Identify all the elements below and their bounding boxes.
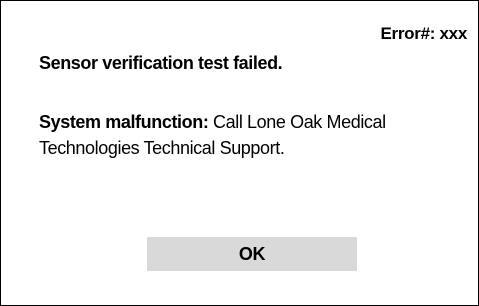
ok-button[interactable]: OK bbox=[147, 237, 357, 271]
error-message: System malfunction: Call Lone Oak Medica… bbox=[39, 109, 475, 161]
message-label: System malfunction: bbox=[39, 112, 209, 132]
error-dialog: Error#: xxx Sensor verification test fai… bbox=[0, 0, 479, 306]
error-code: Error#: xxx bbox=[380, 24, 468, 43]
dialog-title: Sensor verification test failed. bbox=[39, 53, 283, 73]
